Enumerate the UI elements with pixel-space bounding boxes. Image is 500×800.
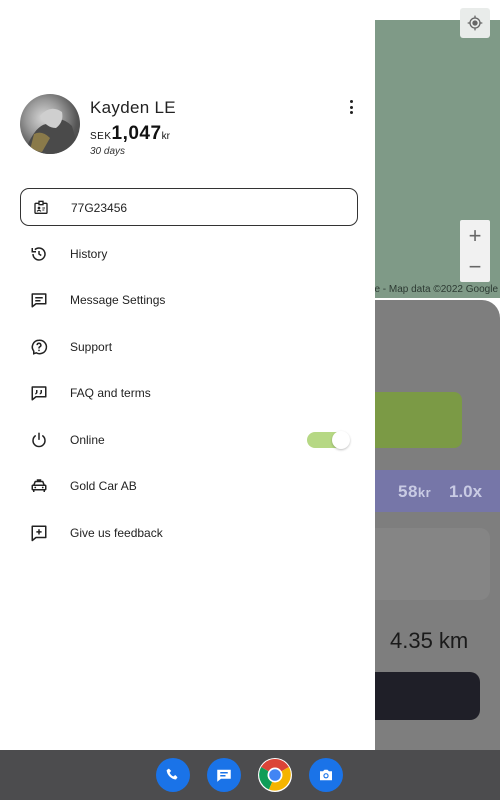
menu-label-faq: FAQ and terms [70,386,151,400]
menu-item-support[interactable]: Support [20,329,358,365]
fare-value: 58kr [398,482,432,501]
navigation-drawer: Kayden LE SEK 1,047 kr 30 days 77G23456 [0,0,375,750]
my-location-button[interactable] [460,8,490,38]
currency-label: SEK [90,131,112,142]
amount-unit: kr [161,131,170,142]
car-icon [29,476,49,496]
online-toggle[interactable] [307,431,350,449]
help-icon [29,337,49,357]
menu-label-support: Support [70,340,113,354]
id-card-icon [33,200,49,221]
map-attribution: le - Map data ©2022 Google [372,284,498,295]
earnings-balance: SEK 1,047 kr [90,123,170,145]
chrome-icon[interactable] [258,758,292,792]
action-button[interactable] [360,672,480,720]
avatar[interactable] [20,94,80,154]
menu-label-company: Gold Car AB [70,479,137,493]
info-card [360,528,490,600]
menu-label-online: Online [70,433,105,447]
more-vert-icon[interactable] [343,98,359,116]
menu-label-message-settings: Message Settings [70,293,166,307]
fare-multiplier: 1.0x [449,482,483,501]
menu-label-history: History [70,247,108,261]
toggle-knob [332,431,350,449]
map-zoom-controls: + − [460,220,490,282]
user-name: Kayden LE [90,98,176,117]
feedback-icon [29,523,49,543]
menu-item-company[interactable]: Gold Car AB [20,468,358,504]
zoom-out-button[interactable]: − [460,251,490,282]
vehicle-id-value: 77G23456 [71,201,128,215]
vehicle-id-field[interactable]: 77G23456 [20,188,358,226]
message-icon [29,290,49,310]
menu-item-faq[interactable]: FAQ and terms [20,375,358,411]
menu-label-feedback: Give us feedback [70,526,163,540]
phone-icon[interactable] [156,758,190,792]
messages-icon[interactable] [207,758,241,792]
zoom-in-button[interactable]: + [460,220,490,251]
faq-icon [29,383,49,403]
menu-item-history[interactable]: History [20,236,358,272]
app-dock [0,750,500,800]
my-location-icon [467,15,483,31]
camera-icon[interactable] [309,758,343,792]
menu-item-feedback[interactable]: Give us feedback [20,515,358,551]
earnings-amount: 1,047 [111,123,162,144]
menu-item-message-settings[interactable]: Message Settings [20,282,358,318]
history-icon [29,244,49,264]
accept-button[interactable] [360,392,462,448]
power-icon [29,430,49,450]
trip-distance: 4.35 km [390,628,469,653]
earnings-period: 30 days [90,146,126,157]
